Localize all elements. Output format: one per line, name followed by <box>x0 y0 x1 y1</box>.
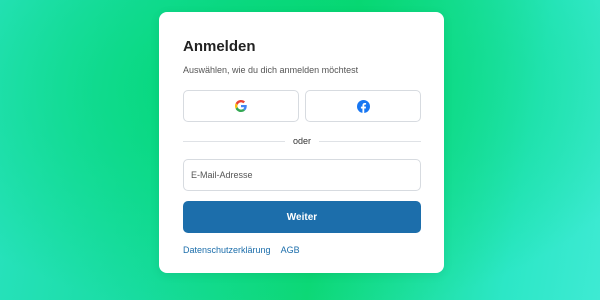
google-icon <box>235 100 247 112</box>
google-login-button[interactable] <box>183 90 299 122</box>
divider-text: oder <box>293 136 312 146</box>
facebook-login-button[interactable] <box>305 90 421 122</box>
email-field[interactable] <box>183 159 421 191</box>
footer-links: Datenschutzerklärung AGB <box>183 244 421 256</box>
divider-line-right <box>319 140 422 142</box>
login-title: Anmelden <box>183 38 256 55</box>
facebook-icon <box>356 99 370 113</box>
continue-button[interactable]: Weiter <box>183 201 421 233</box>
or-divider: oder <box>183 135 422 147</box>
social-login-row <box>183 90 421 122</box>
terms-link[interactable]: AGB <box>281 244 300 256</box>
privacy-policy-link[interactable]: Datenschutzerklärung <box>183 244 271 256</box>
login-subtitle: Auswählen, wie du dich anmelden möchtest <box>183 65 359 75</box>
page-background: { "login": { "title": "Anmelden", "subti… <box>0 0 600 300</box>
divider-line-left <box>183 140 285 142</box>
login-card: Anmelden Auswählen, wie du dich anmelden… <box>159 12 444 273</box>
